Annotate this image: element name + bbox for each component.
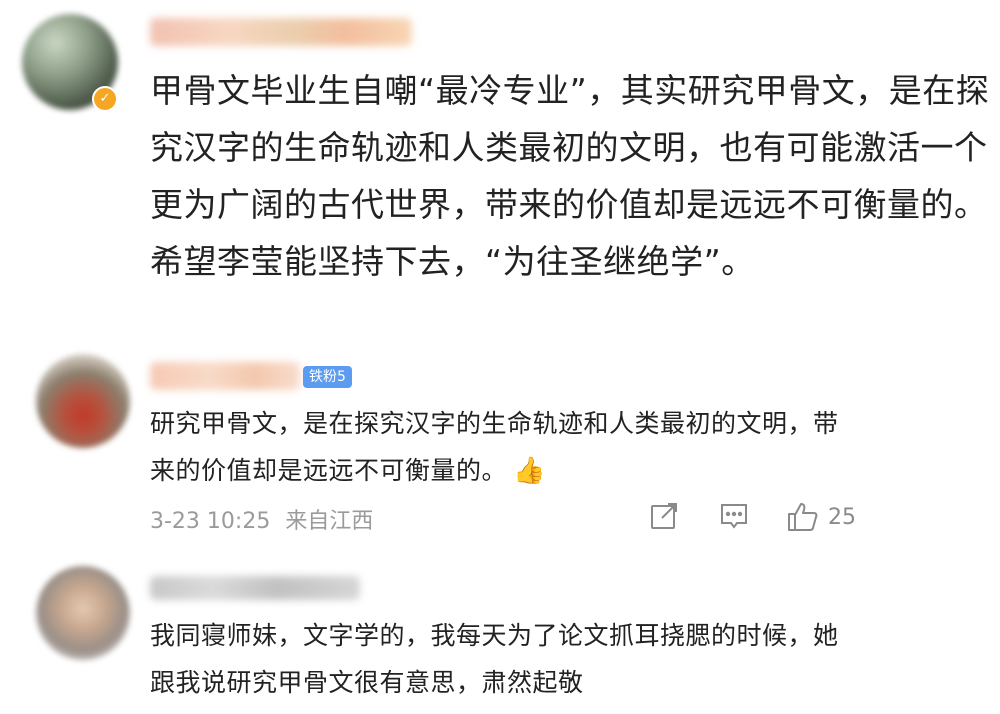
- location: 来自江西: [285, 509, 374, 534]
- share-icon: [651, 503, 677, 529]
- avatar[interactable]: [36, 566, 130, 660]
- share-button[interactable]: [648, 500, 680, 532]
- verified-badge-icon: ✓: [92, 86, 118, 112]
- thumbs-up-emoji: 👍: [513, 456, 546, 486]
- thumbs-up-icon: [788, 503, 818, 531]
- username-blurred[interactable]: [150, 576, 360, 600]
- fan-level-badge: 铁粉5: [303, 366, 352, 388]
- comment-text-body: 研究甲骨文，是在探究汉字的生命轨迹和人类最初的文明，带来的价值却是远远不可衡量的…: [150, 409, 839, 485]
- like-button[interactable]: 25: [786, 500, 856, 534]
- comment-button[interactable]: [718, 500, 750, 532]
- like-count: 25: [828, 504, 856, 530]
- username-blurred[interactable]: [150, 18, 412, 46]
- comment-text: 甲骨文毕业生自嘲“最冷专业”，其实研究甲骨文，是在探究汉字的生命轨迹和人类最初的…: [150, 71, 990, 281]
- username-blurred[interactable]: [150, 362, 300, 390]
- comment-text: 我同寝师妹，文字学的，我每天为了论文抓耳挠腮的时候，她跟我说研究甲骨文很有意思，…: [150, 621, 839, 697]
- avatar[interactable]: [36, 354, 130, 448]
- timestamp: 3-23 10:25: [150, 509, 271, 534]
- comment-meta: 3-23 10:25 来自江西: [150, 503, 373, 535]
- comment-icon: [721, 504, 747, 529]
- comment-text: 研究甲骨文，是在探究汉字的生命轨迹和人类最初的文明，带来的价值却是远远不可衡量的…: [150, 400, 850, 495]
